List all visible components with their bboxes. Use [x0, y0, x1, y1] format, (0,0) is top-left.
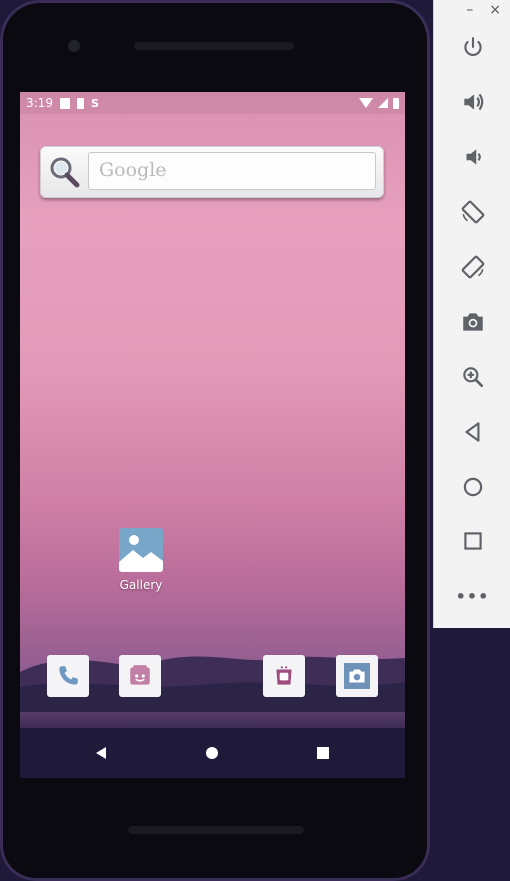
gallery-shortcut[interactable]: Gallery: [112, 528, 170, 592]
zoom-in-icon: [462, 367, 483, 388]
battery-icon: [393, 97, 399, 109]
top-speaker: [134, 42, 294, 50]
navigation-bar: [20, 728, 405, 778]
overview-button[interactable]: [434, 519, 510, 563]
power-icon: [463, 37, 482, 57]
device-frame: 3:19 S Google Gallery: [0, 0, 430, 881]
notification-icon: [59, 97, 70, 109]
volume-down-button[interactable]: [434, 135, 510, 179]
overview-square-icon: [463, 532, 482, 550]
search-input[interactable]: Google: [88, 152, 376, 190]
cell-signal-icon: [378, 98, 388, 108]
rotate-right-icon: [461, 255, 484, 279]
bottom-speaker: [128, 826, 304, 834]
gallery-icon: [119, 528, 163, 572]
close-button[interactable]: ×: [489, 2, 501, 18]
more-button[interactable]: •••: [434, 574, 510, 618]
back-button[interactable]: [434, 410, 510, 454]
home-circle-icon: [463, 477, 482, 497]
home-nav-button[interactable]: [199, 740, 225, 766]
gallery-label: Gallery: [119, 578, 163, 592]
status-time: 3:19: [26, 96, 53, 110]
status-bar: 3:19 S: [20, 92, 405, 114]
zoom-button[interactable]: [434, 355, 510, 399]
front-camera: [68, 40, 80, 52]
power-button[interactable]: [434, 26, 510, 70]
volume-down-icon: [466, 149, 481, 165]
emulator-toolbar: – × •••: [433, 0, 510, 628]
volume-up-button[interactable]: [434, 80, 510, 124]
sd-card-icon: [76, 97, 84, 109]
wifi-icon: [359, 98, 373, 108]
camera-icon: [462, 313, 483, 331]
back-nav-button[interactable]: [88, 740, 114, 766]
volume-up-icon: [463, 93, 483, 111]
back-triangle-icon: [464, 422, 479, 442]
minimize-button[interactable]: –: [466, 2, 473, 18]
rotate-right-button[interactable]: [434, 245, 510, 289]
phone-screen: 3:19 S Google Gallery: [20, 92, 405, 778]
home-button[interactable]: [434, 465, 510, 509]
magnifier-icon: [50, 157, 80, 188]
screenshot-button[interactable]: [434, 300, 510, 344]
app-store-icon[interactable]: [263, 655, 305, 697]
phone-app-icon[interactable]: [47, 655, 89, 697]
rotate-left-icon: [461, 200, 484, 224]
s-notification-icon: S: [90, 96, 99, 110]
recents-nav-button[interactable]: [310, 740, 336, 766]
rotate-left-button[interactable]: [434, 190, 510, 234]
camera-app-icon[interactable]: [336, 655, 378, 697]
google-search-widget[interactable]: Google: [40, 146, 384, 198]
messaging-app-icon[interactable]: [119, 655, 161, 697]
